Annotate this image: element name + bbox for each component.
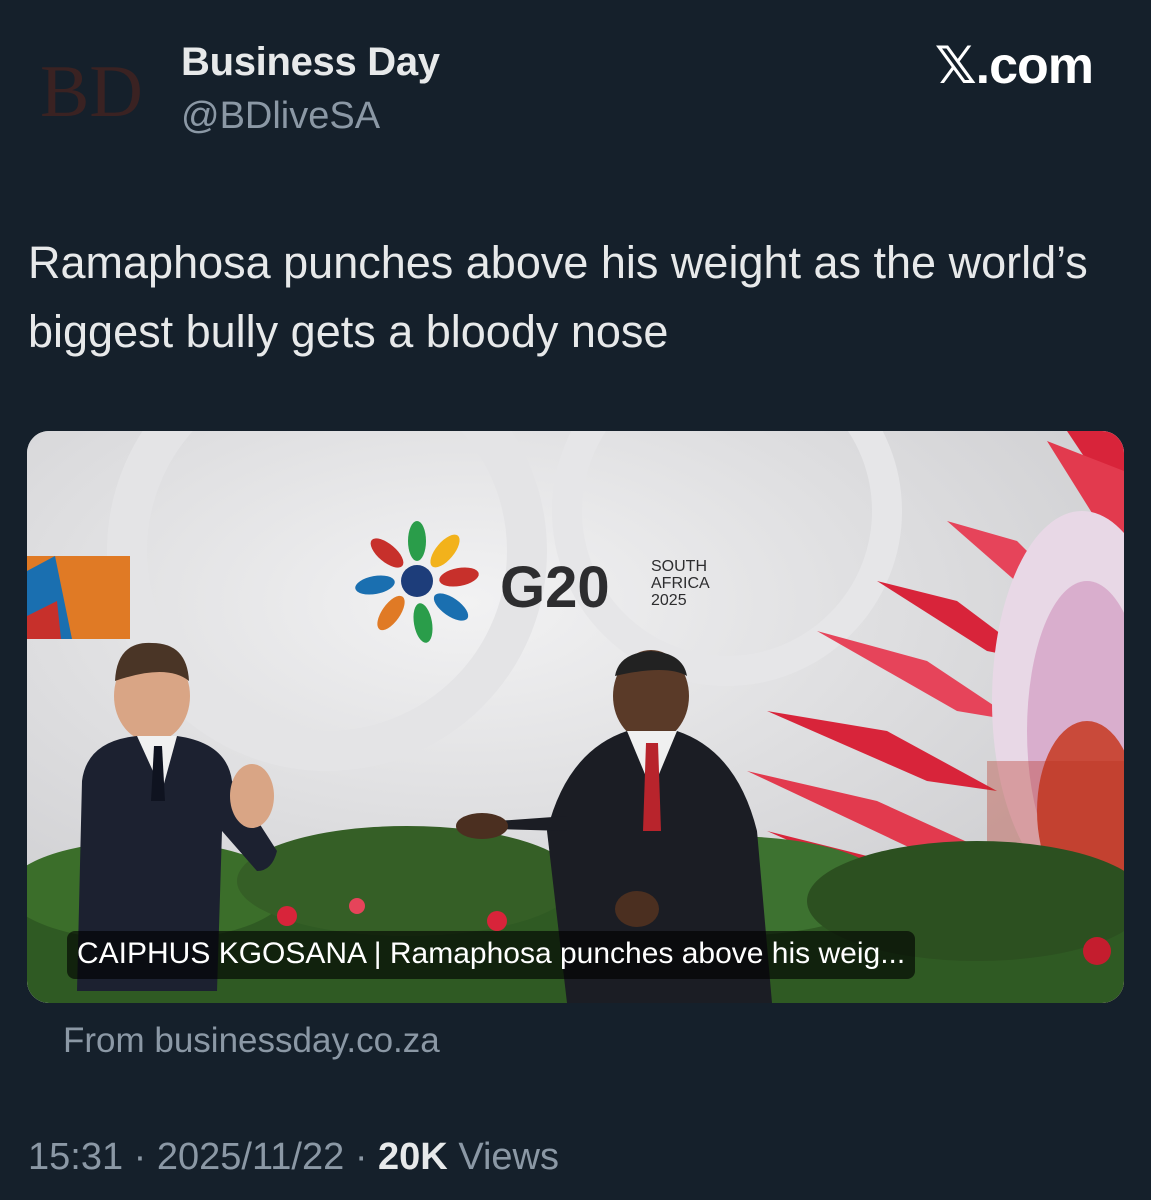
card-image: G20 SOUTH AFRICA 2025	[27, 431, 1124, 1003]
logo-letter-b: BD	[40, 51, 143, 130]
x-brand-logo: 𝕏.com	[934, 37, 1094, 95]
g20-title: G20	[500, 555, 610, 620]
g20-line3: 2025	[651, 592, 687, 609]
tweet-text: Ramaphosa punches above his weight as th…	[28, 237, 1088, 357]
author-handle[interactable]: @BDliveSA	[181, 95, 380, 138]
views-count[interactable]: 20K	[378, 1136, 448, 1178]
author-name[interactable]: Business Day	[181, 40, 440, 85]
tweet-date[interactable]: 2025/11/22	[157, 1136, 344, 1178]
tweet-meta: 15:31 · 2025/11/22 · 20K Views	[28, 1136, 559, 1179]
tweet-time[interactable]: 15:31	[28, 1136, 123, 1178]
g20-line2: AFRICA	[651, 575, 710, 592]
link-card[interactable]: G20 SOUTH AFRICA 2025 CAIPHUS KGOSANA | …	[27, 431, 1124, 1003]
card-source-link[interactable]: From businessday.co.za	[63, 1021, 440, 1061]
business-day-logo[interactable]: BD	[38, 50, 150, 130]
g20-line1: SOUTH	[651, 558, 707, 575]
meta-separator: ·	[133, 1136, 147, 1178]
tweet-header: BD Business Day @BDliveSA 𝕏.com	[0, 0, 1151, 170]
left-flag-block	[27, 556, 130, 639]
card-caption[interactable]: CAIPHUS KGOSANA | Ramaphosa punches abov…	[67, 931, 916, 979]
meta-separator: ·	[354, 1136, 368, 1178]
views-label: Views	[458, 1136, 559, 1178]
